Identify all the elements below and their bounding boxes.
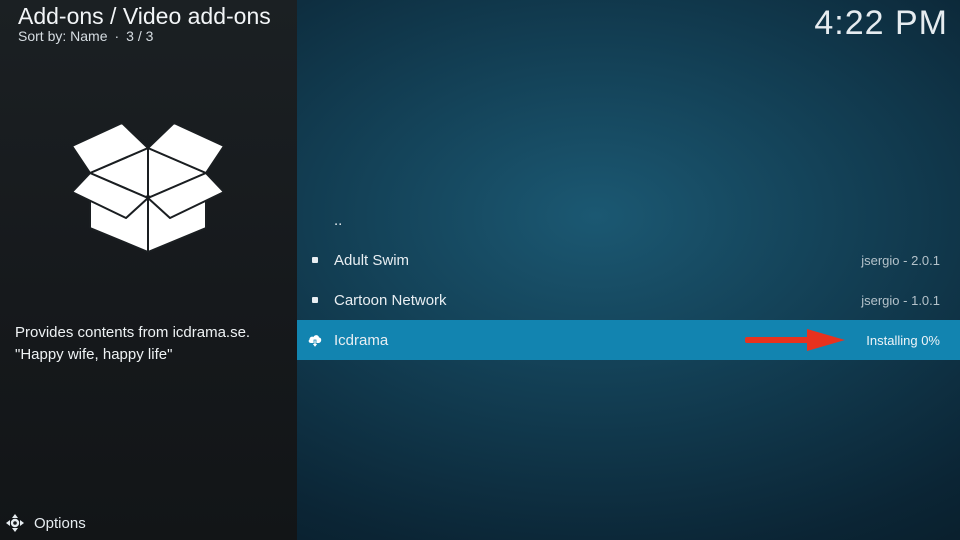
list-item-icdrama[interactable]: Icdrama Installing 0%	[297, 320, 960, 360]
list-item-label: Adult Swim	[334, 251, 410, 269]
bullet-icon	[312, 257, 318, 263]
list-item-label: Icdrama	[334, 331, 389, 349]
cloud-download-icon	[308, 335, 322, 348]
separator-dot: ·	[114, 28, 120, 44]
description-line-1: Provides contents from icdrama.se.	[15, 324, 251, 341]
open-box-icon	[71, 122, 225, 253]
left-info-panel	[0, 0, 297, 540]
bullet-icon	[312, 297, 318, 303]
addon-list: .. Adult Swim jsergio - 2.0.1 Cartoon Ne…	[297, 200, 960, 360]
page-title: Add-ons / Video add-ons	[18, 3, 271, 29]
list-item-label: Cartoon Network	[334, 291, 447, 309]
list-item-version: jsergio - 2.0.1	[861, 252, 940, 268]
list-item-label: ..	[334, 211, 343, 229]
sort-info[interactable]: Sort by: Name · 3 / 3	[18, 28, 153, 44]
list-position: 3 / 3	[126, 28, 154, 44]
list-item-parent[interactable]: ..	[297, 200, 960, 240]
sort-label: Sort by: Name	[18, 28, 108, 44]
description-line-2: "Happy wife, happy life"	[15, 346, 173, 363]
install-status: Installing 0%	[866, 332, 940, 348]
addon-description: Provides contents from icdrama.se. "Happ…	[15, 322, 250, 366]
list-item-version: jsergio - 1.0.1	[861, 292, 940, 308]
options-label: Options	[34, 514, 86, 532]
red-arrow-annotation	[745, 329, 845, 351]
options-button[interactable]: Options	[6, 514, 86, 532]
clock: 4:22 PM	[814, 4, 948, 42]
options-gear-icon	[6, 514, 24, 532]
list-item-adult-swim[interactable]: Adult Swim jsergio - 2.0.1	[297, 240, 960, 280]
list-item-cartoon-network[interactable]: Cartoon Network jsergio - 1.0.1	[297, 280, 960, 320]
